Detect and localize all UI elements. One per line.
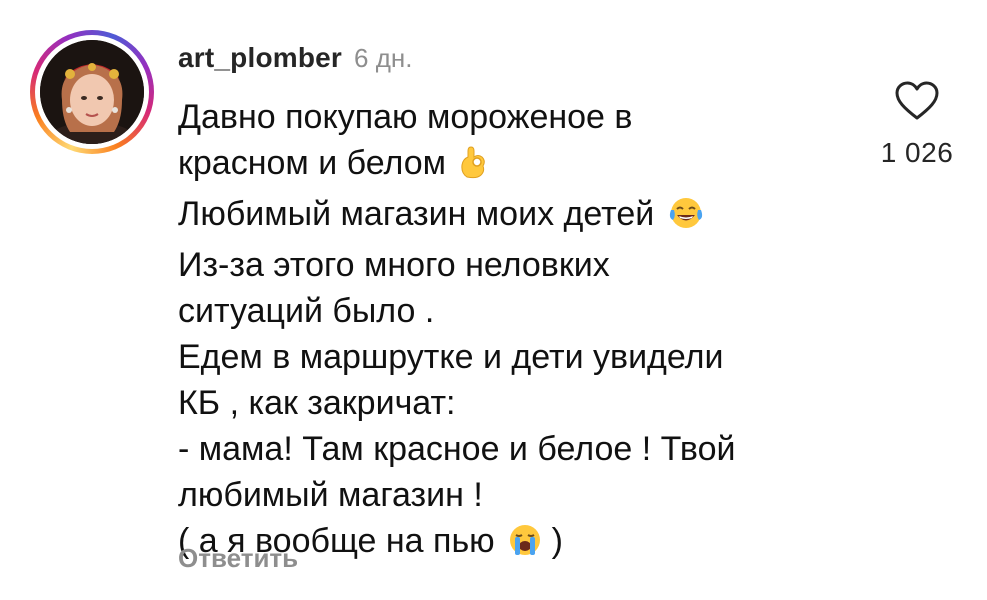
comment-line: КБ , как закричат:: [178, 384, 456, 422]
comment-header: art_plomber 6 дн.: [178, 42, 412, 74]
comment-line: красном и белом: [178, 140, 858, 191]
heart-outline-icon[interactable]: [894, 80, 940, 127]
comment-item: art_plomber 6 дн. Давно покупаю морожено…: [0, 0, 987, 600]
comment-text: Давно покупаю мороженое в красном и бело…: [178, 94, 858, 569]
comment-line: любимый магазин !: [178, 476, 483, 514]
loudly-crying-icon: [508, 523, 542, 569]
like-section: 1 026: [862, 80, 972, 169]
like-count: 1 026: [880, 137, 954, 168]
avatar-story-ring[interactable]: [30, 30, 154, 154]
comment-line: Давно покупаю мороженое в: [178, 98, 633, 136]
ok-hand-icon: [459, 145, 489, 191]
comment-line: Едем в маршрутке и дети увидели: [178, 338, 724, 376]
reply-button[interactable]: Ответить: [178, 543, 298, 574]
comment-line: Любимый магазин моих детей: [178, 191, 858, 242]
tears-of-joy-icon: [668, 196, 704, 242]
avatar-image: [40, 40, 144, 144]
comment-line: Из-за этого много неловких: [178, 246, 610, 284]
avatar[interactable]: [40, 40, 144, 144]
comment-line: ситуаций было .: [178, 292, 435, 330]
username-link[interactable]: art_plomber: [178, 42, 342, 74]
comment-line: - мама! Там красное и белое ! Твой: [178, 430, 736, 468]
timestamp: 6 дн.: [354, 43, 413, 73]
